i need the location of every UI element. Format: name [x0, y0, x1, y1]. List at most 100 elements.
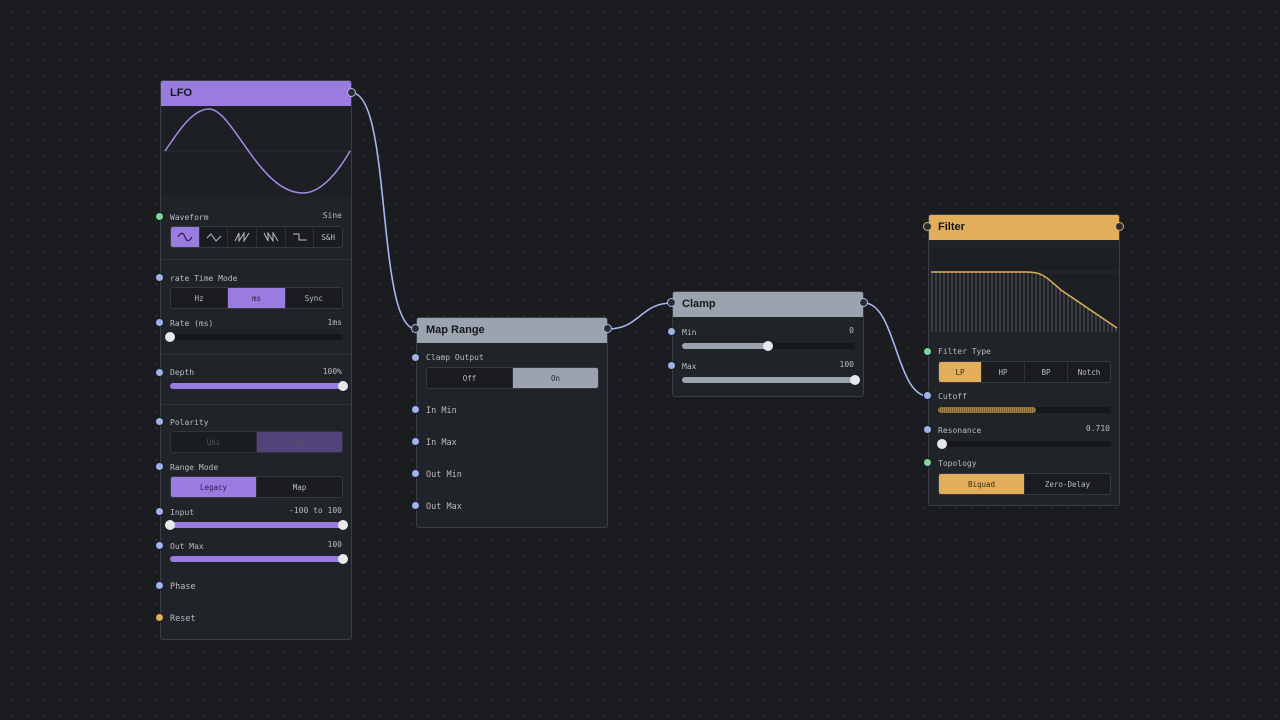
- sample-hold-icon: S&H: [321, 232, 335, 242]
- resonance-slider-knob[interactable]: [937, 439, 947, 449]
- clamp-node-header[interactable]: Clamp: [673, 292, 863, 317]
- filter-node-title: Filter: [938, 221, 965, 233]
- out-max-slider-fill: [170, 556, 343, 562]
- lfo-output-port[interactable]: [347, 88, 356, 97]
- waveform-option-sample-hold[interactable]: S&H: [314, 227, 342, 247]
- rate-slider-knob[interactable]: [165, 332, 175, 342]
- filter-type-selector[interactable]: LP HP BP Notch: [938, 361, 1111, 383]
- resonance-input-port[interactable]: [923, 425, 932, 434]
- range-mode-selector[interactable]: Legacy Map: [170, 476, 343, 498]
- clamp-min-slider-knob[interactable]: [763, 341, 773, 351]
- clamp-min-input-port[interactable]: [667, 327, 676, 336]
- input-range-max-knob[interactable]: [338, 520, 348, 530]
- filter-type-option-notch[interactable]: Notch: [1068, 362, 1110, 382]
- waveform-option-saw-down[interactable]: [257, 227, 286, 247]
- clamp-output-option-on[interactable]: On: [513, 368, 598, 388]
- reset-trigger-port[interactable]: [155, 613, 164, 622]
- out-max-input-label: Out Max: [426, 502, 462, 512]
- filter-type-option-hp[interactable]: HP: [982, 362, 1025, 382]
- clamp-max-slider-knob[interactable]: [850, 375, 860, 385]
- range-mode-option-map[interactable]: Map: [257, 477, 342, 497]
- filter-output-port[interactable]: [1115, 222, 1124, 231]
- clamp-min-slider[interactable]: [682, 341, 855, 351]
- topology-input-port[interactable]: [923, 458, 932, 467]
- waveform-input-port[interactable]: [155, 212, 164, 221]
- clamp-max-input-port[interactable]: [667, 361, 676, 370]
- rate-mode-option-sync[interactable]: Sync: [286, 288, 342, 308]
- resonance-slider[interactable]: [937, 439, 1111, 449]
- depth-slider-knob[interactable]: [338, 381, 348, 391]
- rate-mode-option-ms[interactable]: ms: [228, 288, 286, 308]
- depth-slider[interactable]: [170, 381, 348, 391]
- input-range-min-knob[interactable]: [165, 520, 175, 530]
- clamp-min-label: Min: [682, 328, 697, 337]
- saw-up-wave-icon: [234, 232, 250, 242]
- filter-node-header[interactable]: Filter: [929, 215, 1119, 240]
- waveform-option-sine[interactable]: [171, 227, 200, 247]
- cutoff-slider[interactable]: [938, 407, 1111, 413]
- square-wave-icon: [292, 233, 307, 241]
- clamp-output-port[interactable]: [859, 298, 868, 307]
- filter-input-port[interactable]: [923, 222, 932, 231]
- rate-input-port[interactable]: [155, 318, 164, 327]
- map-range-node-header[interactable]: Map Range: [417, 318, 607, 343]
- in-min-input-port[interactable]: [411, 405, 420, 414]
- clamp-node[interactable]: Clamp Min 0 Max 100: [672, 291, 864, 397]
- range-mode-input-port[interactable]: [155, 462, 164, 471]
- lfo-node-header[interactable]: LFO: [161, 81, 351, 106]
- clamp-output-selector[interactable]: Off On: [426, 367, 599, 389]
- clamp-node-title: Clamp: [682, 298, 716, 310]
- in-max-input-port[interactable]: [411, 437, 420, 446]
- clamp-min-value: 0: [849, 326, 854, 335]
- rate-slider[interactable]: [165, 332, 343, 342]
- out-max-slider-knob[interactable]: [338, 554, 348, 564]
- range-mode-option-legacy[interactable]: Legacy: [171, 477, 257, 497]
- depth-value: 100%: [322, 367, 342, 376]
- filter-type-option-bp[interactable]: BP: [1025, 362, 1068, 382]
- waveform-option-triangle[interactable]: [200, 227, 229, 247]
- rate-time-mode-input-port[interactable]: [155, 273, 164, 282]
- waveform-option-square[interactable]: [286, 227, 315, 247]
- out-max-input-port-map[interactable]: [411, 501, 420, 510]
- topology-selector[interactable]: Biquad Zero-Delay: [938, 473, 1111, 495]
- rate-time-mode-selector[interactable]: Hz ms Sync: [170, 287, 343, 309]
- waveform-option-saw-up[interactable]: [228, 227, 258, 247]
- lfo-node[interactable]: LFO Waveform Sine S&H rate Time Mode Hz: [160, 80, 352, 640]
- map-range-input-port[interactable]: [411, 324, 420, 333]
- out-max-value: 100: [327, 540, 342, 549]
- polarity-selector[interactable]: Uni Bi: [170, 431, 343, 453]
- phase-input-port[interactable]: [155, 581, 164, 590]
- filter-type-label: Filter Type: [938, 347, 991, 356]
- map-range-output-port[interactable]: [603, 324, 612, 333]
- polarity-option-bi[interactable]: Bi: [257, 432, 342, 452]
- map-range-node[interactable]: Map Range Clamp Output Off On In Min In …: [416, 317, 608, 528]
- polarity-option-uni[interactable]: Uni: [171, 432, 257, 452]
- polarity-input-port[interactable]: [155, 417, 164, 426]
- filter-node[interactable]: Filter Filter Type LP HP BP Notch Cutoff…: [928, 214, 1120, 506]
- depth-input-port[interactable]: [155, 368, 164, 377]
- clamp-input-port[interactable]: [667, 298, 676, 307]
- topology-option-zero-delay[interactable]: Zero-Delay: [1025, 474, 1110, 494]
- cutoff-input-port[interactable]: [923, 391, 932, 400]
- waveform-value: Sine: [322, 211, 342, 220]
- out-max-slider[interactable]: [170, 554, 348, 564]
- topology-option-biquad[interactable]: Biquad: [939, 474, 1025, 494]
- filter-type-input-port[interactable]: [923, 347, 932, 356]
- filter-type-option-lp[interactable]: LP: [939, 362, 982, 382]
- input-range-slider[interactable]: [165, 520, 348, 530]
- clamp-output-input-port[interactable]: [411, 353, 420, 362]
- phase-label: Phase: [170, 582, 196, 592]
- rate-mode-option-hz[interactable]: Hz: [171, 288, 229, 308]
- clamp-max-slider[interactable]: [682, 375, 860, 385]
- out-max-input-port[interactable]: [155, 541, 164, 550]
- out-min-input-port[interactable]: [411, 469, 420, 478]
- clamp-output-option-off[interactable]: Off: [427, 368, 513, 388]
- waveform-selector[interactable]: S&H: [170, 226, 343, 248]
- lfo-divider-1: [161, 259, 351, 260]
- clamp-output-label: Clamp Output: [426, 353, 484, 362]
- depth-slider-fill: [170, 383, 343, 389]
- input-range-input-port[interactable]: [155, 507, 164, 516]
- filter-response-fill: [931, 272, 1117, 332]
- triangle-wave-icon: [206, 233, 221, 242]
- depth-label: Depth: [170, 368, 195, 377]
